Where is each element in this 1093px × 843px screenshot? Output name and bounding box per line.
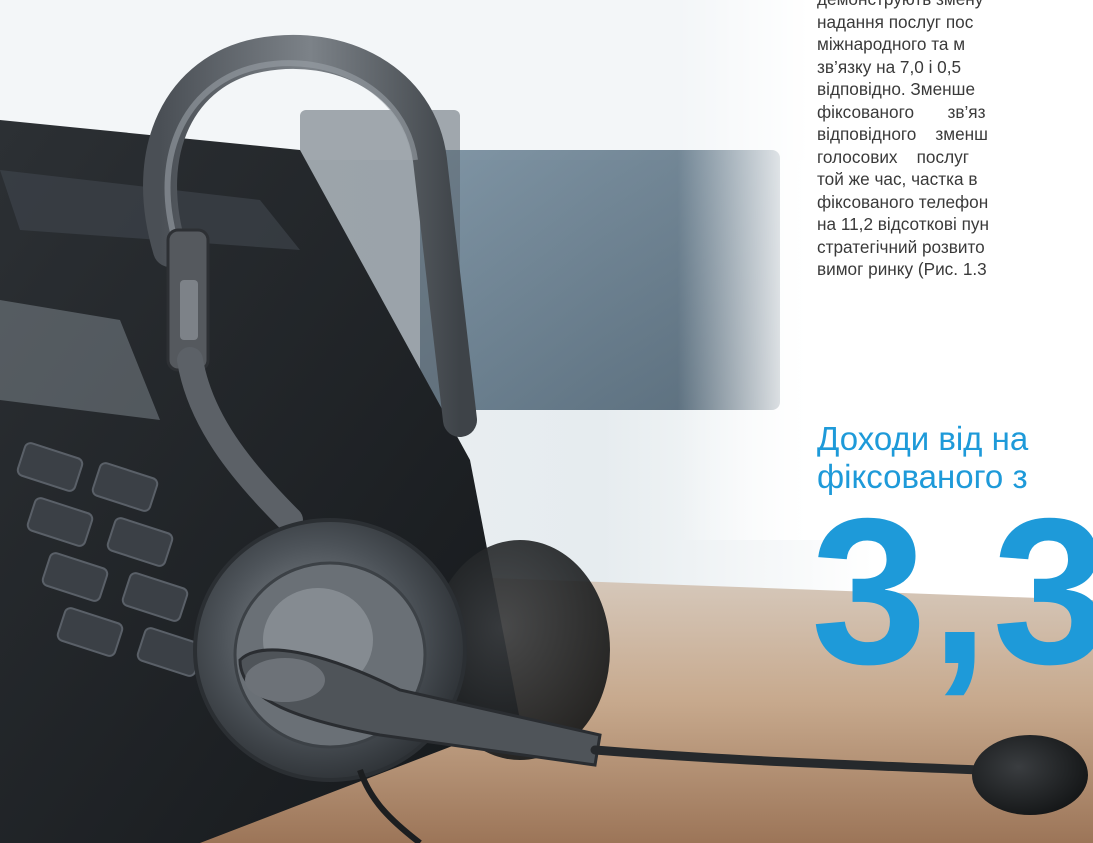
- page: демонструють змену надання послуг пос мі…: [0, 0, 1093, 843]
- body-line: фіксованого телефон: [817, 191, 989, 212]
- body-line: вимог ринку (Рис. 1.3: [817, 259, 987, 279]
- body-line: відповідного зменш: [817, 124, 988, 144]
- body-line: той же час, частка в: [817, 169, 978, 189]
- body-line: зв’язку на 7,0 і 0,5: [817, 56, 962, 77]
- body-line: міжнародного та м: [817, 34, 966, 54]
- body-line: стратегічний розвито: [817, 236, 985, 257]
- big-number: 3,3: [811, 476, 1093, 708]
- body-paragraph: демонструють змену надання послуг пос мі…: [817, 0, 1093, 281]
- body-line: фіксованого зв’яз: [817, 101, 986, 122]
- body-line: голосових послуг: [817, 146, 969, 167]
- body-line: відповідно. Зменше: [817, 79, 976, 99]
- body-line: демонструють змену: [817, 0, 1093, 11]
- body-line: надання послуг пос: [817, 11, 974, 32]
- heading-line: Доходи від на: [817, 420, 1029, 457]
- body-line: на 11,2 відсоткові пун: [817, 214, 989, 234]
